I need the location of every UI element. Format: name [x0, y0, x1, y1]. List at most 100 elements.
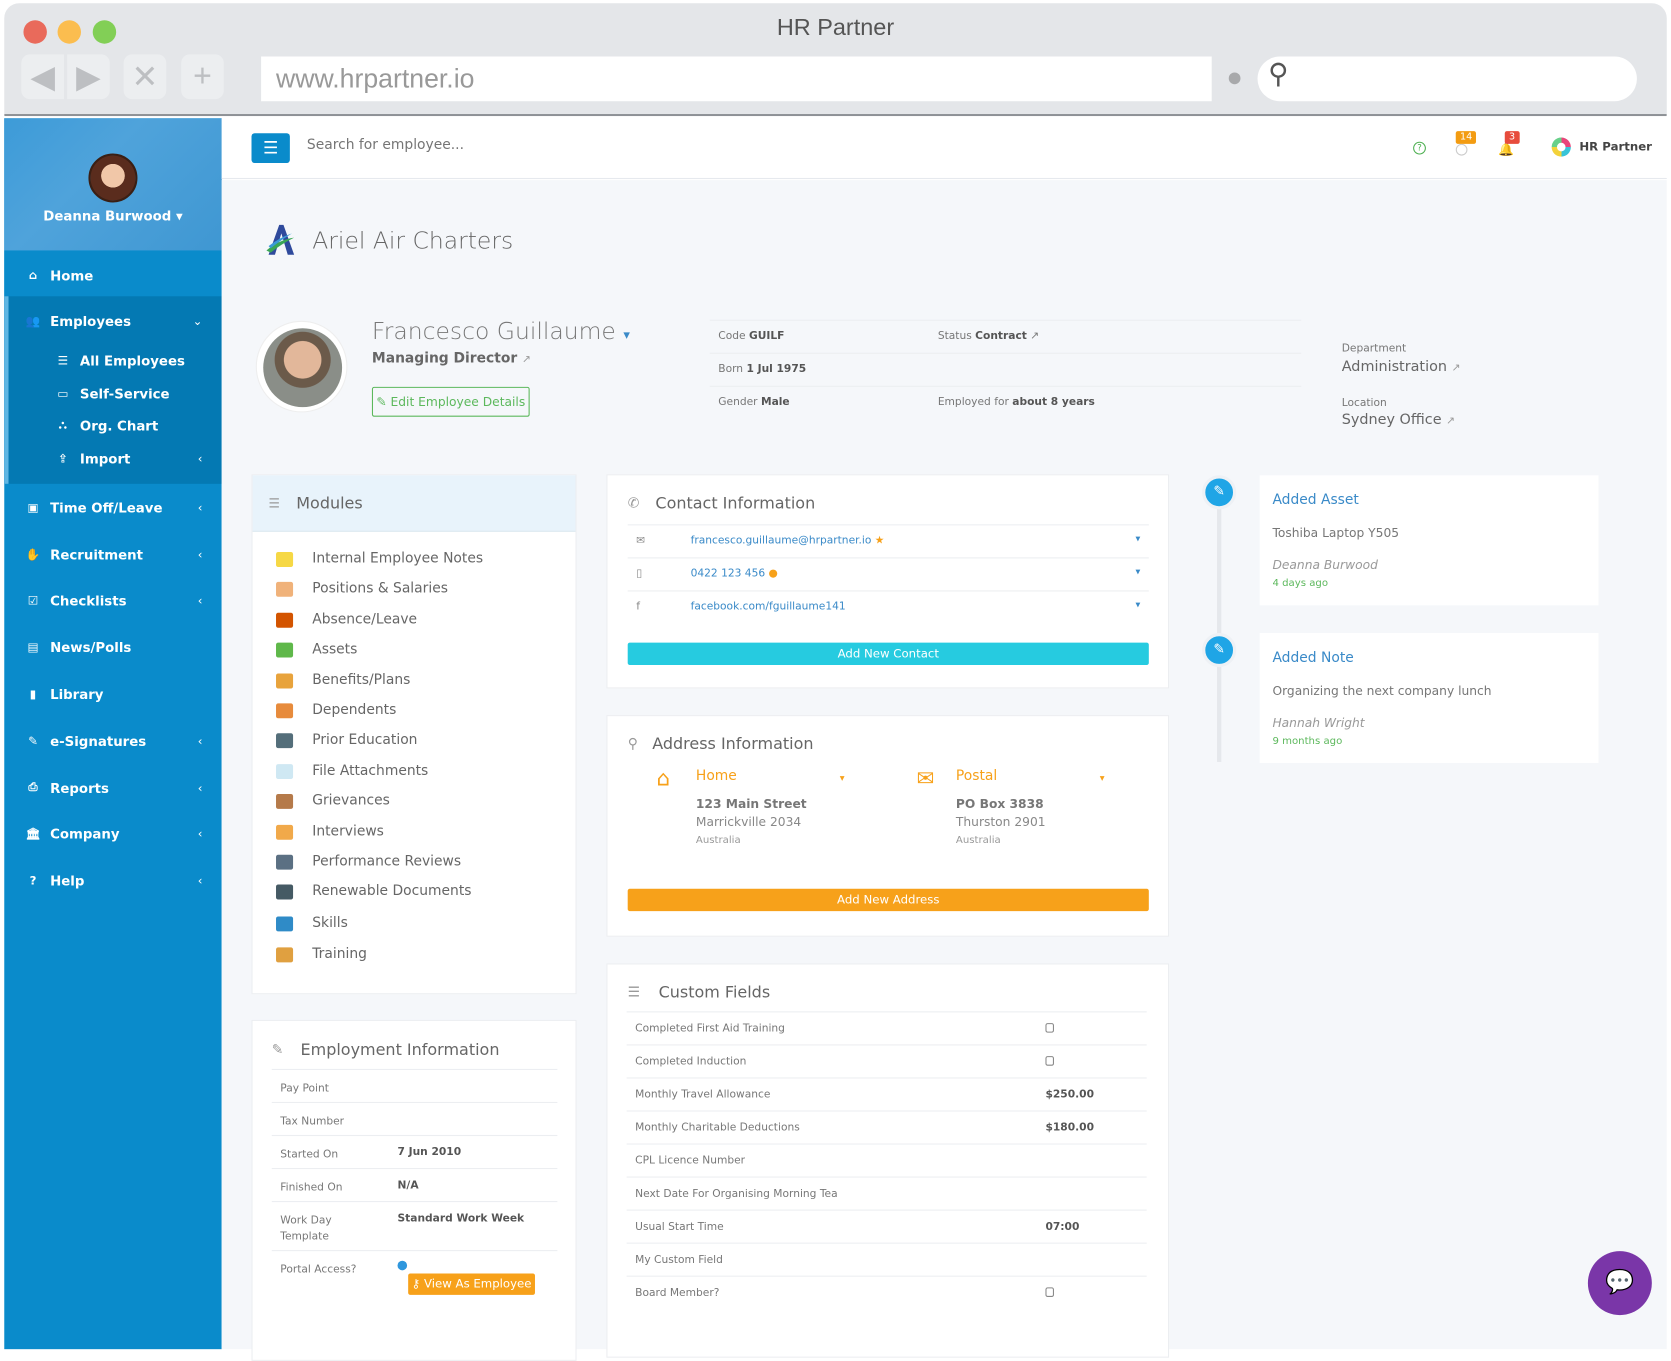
employee-name[interactable]: Francesco Guillaume ▾ [372, 319, 630, 346]
sidebar-item-news-polls[interactable]: ▤ News/Polls [4, 635, 221, 658]
chevron-icon: ‹ [197, 451, 203, 466]
company-name: Ariel Air Charters [312, 228, 514, 255]
department-value[interactable]: Administration ↗ [1342, 358, 1461, 375]
department-label: Department [1341, 343, 1407, 355]
timeline-line [1217, 489, 1222, 762]
sidebar-item-e-signatures[interactable]: ✎ e-Signatures ‹ [4, 729, 221, 752]
employment-row: Started On 7 Jun 2010 [271, 1134, 558, 1168]
module-item[interactable]: Training [276, 946, 367, 962]
user-menu[interactable]: Deanna Burwood ▾ [4, 208, 221, 224]
status-dot-icon [1228, 72, 1241, 85]
external-link-icon[interactable]: ↗ [522, 354, 531, 366]
contact-value[interactable]: francesco.guillaume@hrpartner.io ★ [691, 535, 885, 547]
forward-button[interactable]: ▶ [67, 54, 110, 100]
module-item[interactable]: Renewable Documents [276, 883, 471, 899]
module-item[interactable]: Positions & Salaries [276, 581, 448, 597]
sidebar-item-home[interactable]: ⌂ Home [4, 263, 221, 286]
caret-down-icon[interactable]: ▾ [1135, 534, 1140, 545]
stop-button[interactable]: ✕ [123, 54, 167, 100]
caret-down-icon: ▾ [623, 327, 630, 343]
search-icon: ⚲ [1268, 58, 1289, 91]
envelope-icon: ✉ [636, 534, 646, 547]
contact-value[interactable]: 0422 123 456 ● [691, 568, 778, 580]
browser-search-field[interactable]: ⚲ [1257, 56, 1637, 102]
module-item[interactable]: Grievances [276, 793, 390, 809]
chevron-icon: ‹ [197, 547, 203, 562]
sidebar-item-reports[interactable]: ⎙ Reports ‹ [4, 776, 221, 799]
edit-employee-button[interactable]: ✎ Edit Employee Details [371, 386, 530, 417]
map-marker-icon: ⚲ [627, 736, 638, 753]
browser-chrome: HR Partner ◀ ▶ ✕ + www.hrpartner.io ⚲ [4, 3, 1667, 117]
suitcase-icon: ▣ [27, 500, 39, 515]
module-icon [276, 612, 294, 628]
caret-down-icon: ▾ [175, 207, 183, 224]
external-link-icon: ↗ [1451, 362, 1461, 375]
file-icon: ▮ [29, 686, 37, 701]
sidebar-item-checklists[interactable]: ☑ Checklists ‹ [4, 588, 221, 611]
module-item[interactable]: File Attachments [276, 763, 428, 779]
module-item[interactable]: Absence/Leave [276, 612, 417, 628]
caret-down-icon[interactable]: ▾ [1135, 567, 1140, 578]
add-address-button[interactable]: Add New Address [627, 888, 1149, 912]
bell-icon[interactable]: 🔔 [1498, 142, 1514, 157]
key-icon: ⚷ [411, 1276, 421, 1291]
sidebar-item-employees[interactable]: 👥 Employees ⌄ [4, 309, 221, 332]
employee-search-input[interactable] [306, 137, 627, 154]
user-panel: Deanna Burwood ▾ [4, 118, 222, 251]
timeline-edit-icon: ✎ [1202, 475, 1237, 510]
module-item[interactable]: Interviews [276, 824, 384, 840]
mobile-icon: ▯ [636, 568, 643, 580]
custom-field-checkbox[interactable] [1045, 1287, 1054, 1297]
location-value[interactable]: Sydney Office ↗ [1342, 411, 1455, 428]
sidebar-item-org-chart[interactable]: ⛬ Org. Chart [4, 413, 221, 436]
employee-tenure: Employed for about 8 years [937, 396, 1095, 409]
add-contact-button[interactable]: Add New Contact [627, 642, 1149, 665]
address-postal: ✉ Postal ▾ PO Box 3838 Thurston 2901 Aus… [916, 765, 1105, 847]
sidebar-item-self-service[interactable]: ▭ Self-Service [4, 382, 221, 405]
chat-button[interactable]: 💬 [1587, 1251, 1652, 1316]
list-icon: ☰ [627, 984, 641, 1001]
view-as-employee-button[interactable]: ⚷ View As Employee [408, 1273, 535, 1295]
hamburger-icon: ☰ [263, 137, 279, 158]
module-item[interactable]: Performance Reviews [276, 854, 461, 870]
sidebar-item-all-employees[interactable]: ☰ All Employees [4, 348, 221, 371]
sidebar-item-recruitment[interactable]: ✋ Recruitment ‹ [4, 542, 221, 565]
sidebar-item-help[interactable]: ? Help ‹ [4, 869, 221, 892]
bell-badge: 3 [1504, 131, 1520, 144]
sidebar-item-company[interactable]: 🏛 Company ‹ [4, 822, 221, 845]
custom-field-row: Next Date For Organising Morning Tea [626, 1176, 1147, 1210]
contact-card: ✆ Contact Information ✉ francesco.guilla… [606, 474, 1170, 689]
clock-icon[interactable] [1455, 143, 1468, 156]
menu-toggle-button[interactable]: ☰ [251, 133, 290, 164]
brand-name[interactable]: HR Partner [1579, 140, 1652, 154]
address-bar[interactable]: www.hrpartner.io [261, 56, 1212, 102]
module-icon [276, 732, 294, 748]
help-icon[interactable]: ? [1413, 141, 1426, 155]
module-item[interactable]: Assets [276, 642, 357, 658]
sidebar-item-import[interactable]: ⇪ Import ‹ [4, 447, 221, 470]
chevron-icon: ⌄ [192, 313, 203, 328]
back-button[interactable]: ◀ [21, 54, 64, 100]
list-icon: ☰ [57, 353, 69, 368]
caret-down-icon[interactable]: ▾ [1100, 774, 1105, 785]
employee-born: Born 1 Jul 1975 [718, 363, 807, 376]
employee-photo[interactable] [255, 320, 348, 413]
caret-down-icon[interactable]: ▾ [1135, 600, 1140, 611]
module-item[interactable]: Dependents [276, 702, 396, 718]
module-item[interactable]: Prior Education [276, 732, 417, 748]
module-item[interactable]: Skills [276, 915, 348, 931]
new-tab-button[interactable]: + [181, 54, 224, 100]
custom-field-checkbox[interactable] [1045, 1056, 1054, 1066]
print-icon: ⎙ [28, 780, 38, 794]
module-item[interactable]: Benefits/Plans [276, 672, 410, 688]
user-avatar[interactable] [88, 153, 138, 203]
timeline-edit-icon: ✎ [1202, 633, 1237, 668]
plus-icon: + [193, 58, 212, 94]
contact-value[interactable]: facebook.com/fguillaume141 [691, 601, 846, 613]
custom-field-checkbox[interactable] [1045, 1023, 1054, 1033]
external-link-icon[interactable]: ↗ [1030, 330, 1039, 342]
module-item[interactable]: Internal Employee Notes [276, 551, 483, 567]
sidebar-item-library[interactable]: ▮ Library [4, 682, 221, 705]
caret-down-icon[interactable]: ▾ [840, 774, 845, 785]
sidebar-item-time-off-leave[interactable]: ▣ Time Off/Leave ‹ [4, 496, 221, 519]
